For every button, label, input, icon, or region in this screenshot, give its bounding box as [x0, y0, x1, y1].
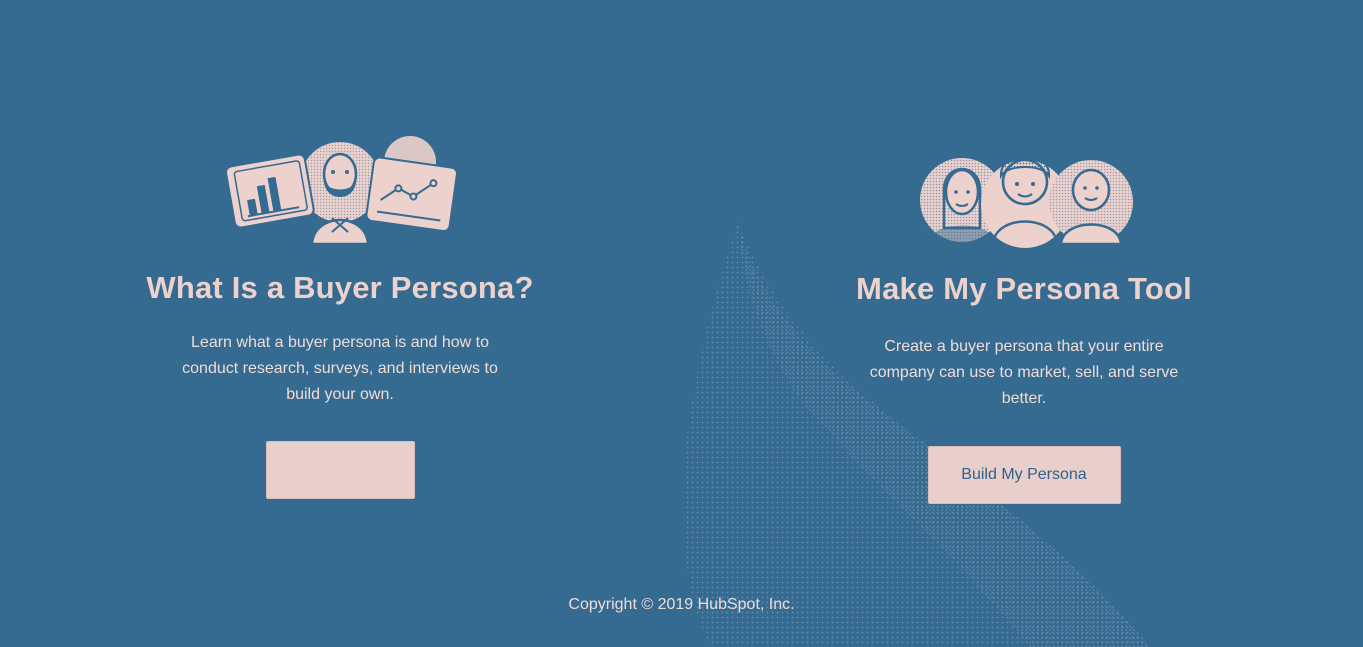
build-my-persona-button[interactable]: Build My Persona — [927, 446, 1121, 504]
persona-group-illustration-icon — [920, 132, 1133, 248]
persona-research-illustration-icon — [225, 136, 458, 244]
page: What Is a Buyer Persona? Learn what a bu… — [0, 0, 1363, 647]
make-my-persona-card: Make My Persona Tool Create a buyer pers… — [824, 132, 1224, 504]
buyer-persona-card: What Is a Buyer Persona? Learn what a bu… — [140, 132, 540, 499]
learn-more-button[interactable] — [265, 441, 415, 499]
copyright-footer: Copyright © 2019 HubSpot, Inc. — [568, 596, 795, 613]
make-my-persona-description: Create a buyer persona that your entire … — [869, 338, 1179, 407]
buyer-persona-title: What Is a Buyer Persona? — [146, 270, 534, 305]
make-my-persona-title: Make My Persona Tool — [856, 271, 1192, 306]
buyer-persona-description: Learn what a buyer persona is and how to… — [182, 334, 498, 403]
